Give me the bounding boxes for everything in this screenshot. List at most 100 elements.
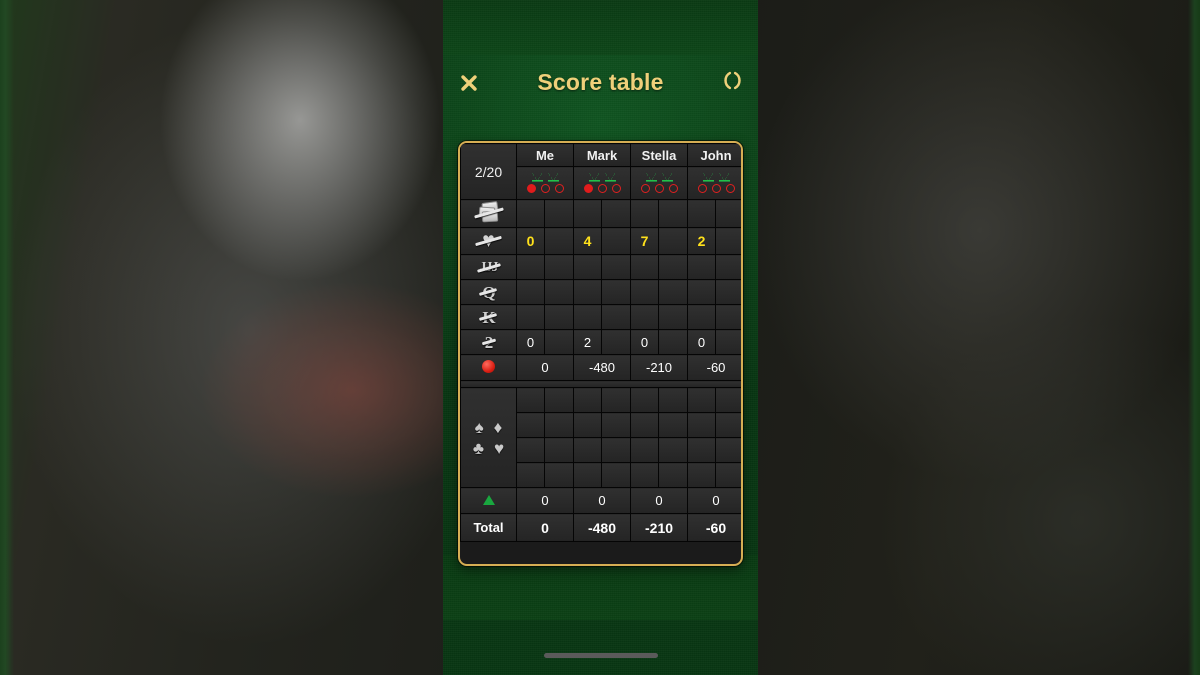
cell[interactable] (544, 387, 574, 413)
cell[interactable] (715, 329, 741, 355)
no-king-icon: K (479, 309, 498, 326)
cell[interactable] (544, 199, 574, 228)
cell[interactable] (600, 462, 632, 488)
cell[interactable] (573, 254, 602, 280)
cell[interactable] (600, 199, 632, 228)
home-indicator[interactable] (543, 653, 658, 658)
cell: 0 (687, 487, 741, 514)
cell[interactable] (573, 437, 602, 463)
cell[interactable] (658, 199, 689, 228)
cell[interactable] (516, 304, 545, 330)
cell[interactable] (600, 227, 632, 255)
table-row: ♠ ♦ ♣ ♥ (460, 387, 741, 488)
cell[interactable] (715, 412, 741, 438)
total-value-john: -60 (687, 513, 741, 542)
cell[interactable] (687, 254, 717, 280)
cell[interactable] (600, 279, 632, 305)
cell[interactable] (687, 304, 717, 330)
cell[interactable]: 0 (516, 227, 545, 255)
cell[interactable] (658, 227, 689, 255)
cell[interactable] (658, 412, 689, 438)
cell[interactable] (715, 387, 741, 413)
cell[interactable] (715, 279, 741, 305)
cell[interactable]: 0 (516, 329, 545, 355)
cell[interactable] (630, 254, 660, 280)
cell[interactable] (687, 199, 717, 228)
round-counter-cell: 2/20 (460, 143, 517, 200)
cell[interactable] (715, 227, 741, 255)
cell[interactable] (715, 304, 741, 330)
cell[interactable] (630, 199, 660, 228)
page-title: Score table (537, 69, 664, 95)
cell[interactable] (687, 462, 717, 488)
cell[interactable] (658, 304, 689, 330)
cell[interactable] (573, 462, 602, 488)
player-header-me[interactable]: Me (516, 143, 574, 167)
cell[interactable] (658, 387, 689, 413)
cell[interactable] (544, 437, 574, 463)
cell[interactable] (687, 279, 717, 305)
cell[interactable]: 2 (687, 227, 717, 255)
cell[interactable] (516, 462, 545, 488)
player-header-mark[interactable]: Mark (572, 143, 632, 167)
red-circle-outline-icon (654, 184, 664, 193)
cell[interactable] (516, 437, 545, 463)
cell[interactable]: 7 (630, 227, 660, 255)
cell[interactable] (687, 412, 717, 438)
cell[interactable] (516, 279, 545, 305)
cell[interactable] (715, 462, 741, 488)
cell[interactable] (658, 329, 689, 355)
cell[interactable] (715, 254, 741, 280)
cell[interactable] (630, 437, 660, 463)
cell[interactable] (630, 304, 660, 330)
cell[interactable] (630, 387, 660, 413)
cell[interactable] (516, 412, 545, 438)
cell[interactable] (573, 412, 602, 438)
cell[interactable] (630, 462, 660, 488)
total-row: Total 0 -480 -210 -60 (460, 513, 741, 542)
total-label: Total (473, 520, 504, 535)
cell[interactable] (544, 329, 574, 355)
cell[interactable] (715, 437, 741, 463)
cell[interactable]: 4 (573, 227, 602, 255)
cell[interactable] (600, 304, 632, 330)
player-header-john[interactable]: John (687, 143, 741, 167)
cell[interactable] (544, 304, 574, 330)
cell[interactable] (544, 254, 574, 280)
close-button[interactable] (443, 55, 495, 110)
cell[interactable] (715, 199, 741, 228)
cell[interactable] (658, 279, 689, 305)
cell[interactable] (544, 462, 574, 488)
cell[interactable] (600, 254, 632, 280)
cell[interactable] (516, 199, 545, 228)
cell[interactable] (630, 279, 660, 305)
cell[interactable] (600, 387, 632, 413)
cell[interactable]: 0 (630, 329, 660, 355)
cell[interactable] (658, 462, 689, 488)
cell[interactable] (573, 304, 602, 330)
cell[interactable]: 2 (573, 329, 602, 355)
cell[interactable] (687, 437, 717, 463)
cell[interactable] (600, 437, 632, 463)
cell[interactable] (573, 199, 602, 228)
cell[interactable] (544, 279, 574, 305)
cell[interactable] (658, 254, 689, 280)
cell[interactable] (687, 387, 717, 413)
cell[interactable] (600, 329, 632, 355)
cell[interactable] (516, 387, 545, 413)
red-circle-outline-icon (725, 184, 735, 193)
player-header-stella[interactable]: Stella (630, 143, 689, 167)
cell[interactable] (573, 387, 602, 413)
close-x-icon (459, 73, 479, 93)
cell[interactable] (630, 412, 660, 438)
cell[interactable] (600, 412, 632, 438)
cell[interactable] (544, 412, 574, 438)
cell[interactable] (573, 279, 602, 305)
red-circle-outline-icon (540, 184, 550, 193)
cell[interactable] (544, 227, 574, 255)
cell[interactable] (516, 254, 545, 280)
cell: 0 (516, 354, 574, 381)
cell[interactable]: 0 (687, 329, 717, 355)
cell[interactable] (658, 437, 689, 463)
rotate-orientation-button[interactable] (706, 55, 758, 110)
